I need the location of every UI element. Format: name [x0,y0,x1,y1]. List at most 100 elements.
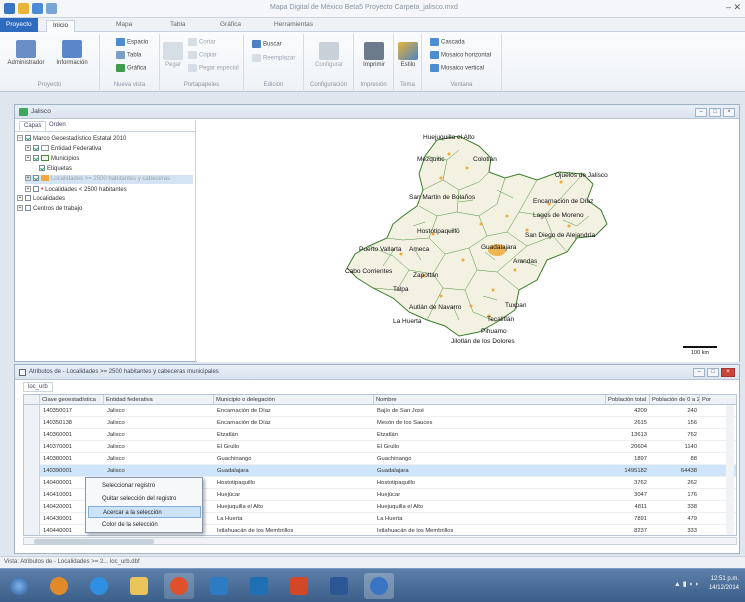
save-icon[interactable] [32,3,43,14]
taskbar-app[interactable] [244,573,274,599]
reemplazar-button[interactable]: Reemplazar [252,54,295,62]
table-cell[interactable]: Guadalajara [214,465,374,477]
system-tray[interactable]: ▲ ▮ ◖ ◗ [674,580,699,588]
table-cell[interactable]: Guachinango [214,453,374,465]
menu-item-seleccionar[interactable]: Seleccionar registro [88,480,201,492]
mosaico-horizontal-button[interactable]: Mosaico horizontal [430,51,491,59]
row-header[interactable] [24,465,40,477]
column-header[interactable]: Por [700,395,736,405]
column-header[interactable]: Población de 0 a 2 años [650,395,700,405]
pegar-especial-button[interactable]: Pegar especial [188,64,239,72]
table-cell[interactable]: Jalisco [104,453,214,465]
menu-item-acercar[interactable]: Acercar a la selección [88,506,201,518]
row-header[interactable] [24,405,40,417]
taskbar-app[interactable] [324,573,354,599]
table-row[interactable]: 140370001 Jalisco El Grullo El Grullo 20604 1… [24,441,736,453]
estilo-button[interactable]: Estilo [397,42,419,68]
table-cell[interactable]: 8237 [606,525,650,535]
table-row[interactable]: 140350138 Jalisco Encarnación de Díaz Mesón… [24,417,736,429]
table-cell[interactable]: 156 [650,417,700,429]
table-cell[interactable]: 2615 [606,417,650,429]
table-cell[interactable]: Huejúcar [214,489,374,501]
layer-centros-trabajo[interactable]: + Centros de trabajo [17,205,82,214]
table-cell[interactable]: 1897 [606,453,650,465]
expand-icon[interactable]: + [25,186,31,193]
table-cell[interactable]: 88 [650,453,700,465]
table-cell[interactable]: 140360001 [40,429,104,441]
layer-localidades-urbanas[interactable]: + Localidades >= 2500 habitantes y cabece… [25,175,193,184]
table-cell[interactable]: La Huerta [214,513,374,525]
clock[interactable]: 12:51 p.m. 14/12/2014 [709,575,739,593]
taskbar-app-mapa-digital[interactable] [364,573,394,599]
layer-checkbox[interactable] [25,135,31,142]
table-cell[interactable]: Hostotipaquillo [374,477,606,489]
table-cell[interactable]: 20604 [606,441,650,453]
layer-checkbox[interactable] [25,205,31,212]
table-cell[interactable]: 140390001 [40,465,104,477]
mosaico-vertical-button[interactable]: Mosaico vertical [430,64,484,72]
table-cell[interactable]: Jalisco [104,429,214,441]
table-cell[interactable]: Mesón de los Sauces [374,417,606,429]
copiar-button[interactable]: Copiar [188,51,217,59]
expand-icon[interactable]: + [17,195,23,202]
tab-inicio[interactable]: Inicio [46,20,76,32]
open-icon[interactable] [18,3,29,14]
table-cell[interactable]: Etzatlán [374,429,606,441]
layer-checkbox[interactable] [33,145,39,152]
layer-entidad[interactable]: + Entidad Federativa [25,145,101,154]
layer-checkbox[interactable] [25,195,31,202]
table-cell[interactable]: 240 [650,405,700,417]
layer-localidades-rurales[interactable]: + • Localidades < 2500 habitantes [25,185,127,194]
table-cell[interactable]: Etzatlán [214,429,374,441]
table-cell[interactable]: 3762 [606,477,650,489]
column-header[interactable]: Población total [606,395,650,405]
tabla-button[interactable]: Tabla [116,51,141,59]
imprimir-button[interactable]: Imprimir [358,42,390,68]
horizontal-scrollbar[interactable] [23,537,737,545]
expand-icon[interactable]: + [17,205,23,212]
maximize-button[interactable]: □ [707,368,719,377]
expand-icon[interactable]: + [25,155,31,162]
cortar-button[interactable]: Cortar [188,38,216,46]
taskbar-app[interactable] [44,573,74,599]
table-cell[interactable]: Ixtlahuacán de los Membrillos [214,525,374,535]
table-cell[interactable]: 176 [650,489,700,501]
configurar-button[interactable]: Configurar [310,42,348,68]
table-cell[interactable]: 140380001 [40,453,104,465]
table-cell[interactable]: La Huerta [374,513,606,525]
row-header[interactable] [24,453,40,465]
expand-icon[interactable]: + [25,175,31,182]
layer-marco[interactable]: – Marco Geoestadístico Estatal 2010 [17,135,126,144]
row-header[interactable] [24,441,40,453]
buscar-button[interactable]: Buscar [252,40,282,48]
map-canvas[interactable]: Huejuquilla el Alto Mezquitic Colotlán S… [197,120,739,362]
table-cell[interactable]: 140350138 [40,417,104,429]
layer-checkbox[interactable] [33,175,39,182]
collapse-icon[interactable]: – [17,135,23,142]
taskbar-app[interactable] [164,573,194,599]
informacion-button[interactable]: Información [50,40,94,66]
row-header[interactable] [24,513,40,525]
table-cell[interactable]: Bajío de San José [374,405,606,417]
table-row[interactable]: 140390001 Jalisco Guadalajara Guadalajara 14… [24,465,736,477]
column-header[interactable]: Clave geoestadística [40,395,104,405]
vertical-scrollbar[interactable] [726,405,734,535]
tab-grafica[interactable]: Gráfica [214,20,247,32]
start-button[interactable] [4,573,34,599]
close-button[interactable]: × [721,368,735,377]
layer-localidades[interactable]: + Localidades [17,195,65,204]
table-cell[interactable]: Ixtlahuacán de los Membrillos [374,525,606,535]
pegar-button[interactable]: Pegar [162,42,184,68]
layer-checkbox[interactable] [39,165,45,172]
column-header[interactable]: Nombre [374,395,606,405]
table-cell[interactable]: Encarnación de Díaz [214,417,374,429]
expand-icon[interactable]: + [25,145,31,152]
table-cell[interactable]: Huejuquilla el Alto [214,501,374,513]
window-controls[interactable]: – ✕ [726,2,741,13]
row-header[interactable] [24,501,40,513]
layer-checkbox[interactable] [33,155,39,162]
grafica-button[interactable]: Gráfica [116,64,146,72]
table-cell[interactable]: 4811 [606,501,650,513]
cascada-button[interactable]: Cascada [430,38,465,46]
espacio-button[interactable]: Espacio [116,38,148,46]
